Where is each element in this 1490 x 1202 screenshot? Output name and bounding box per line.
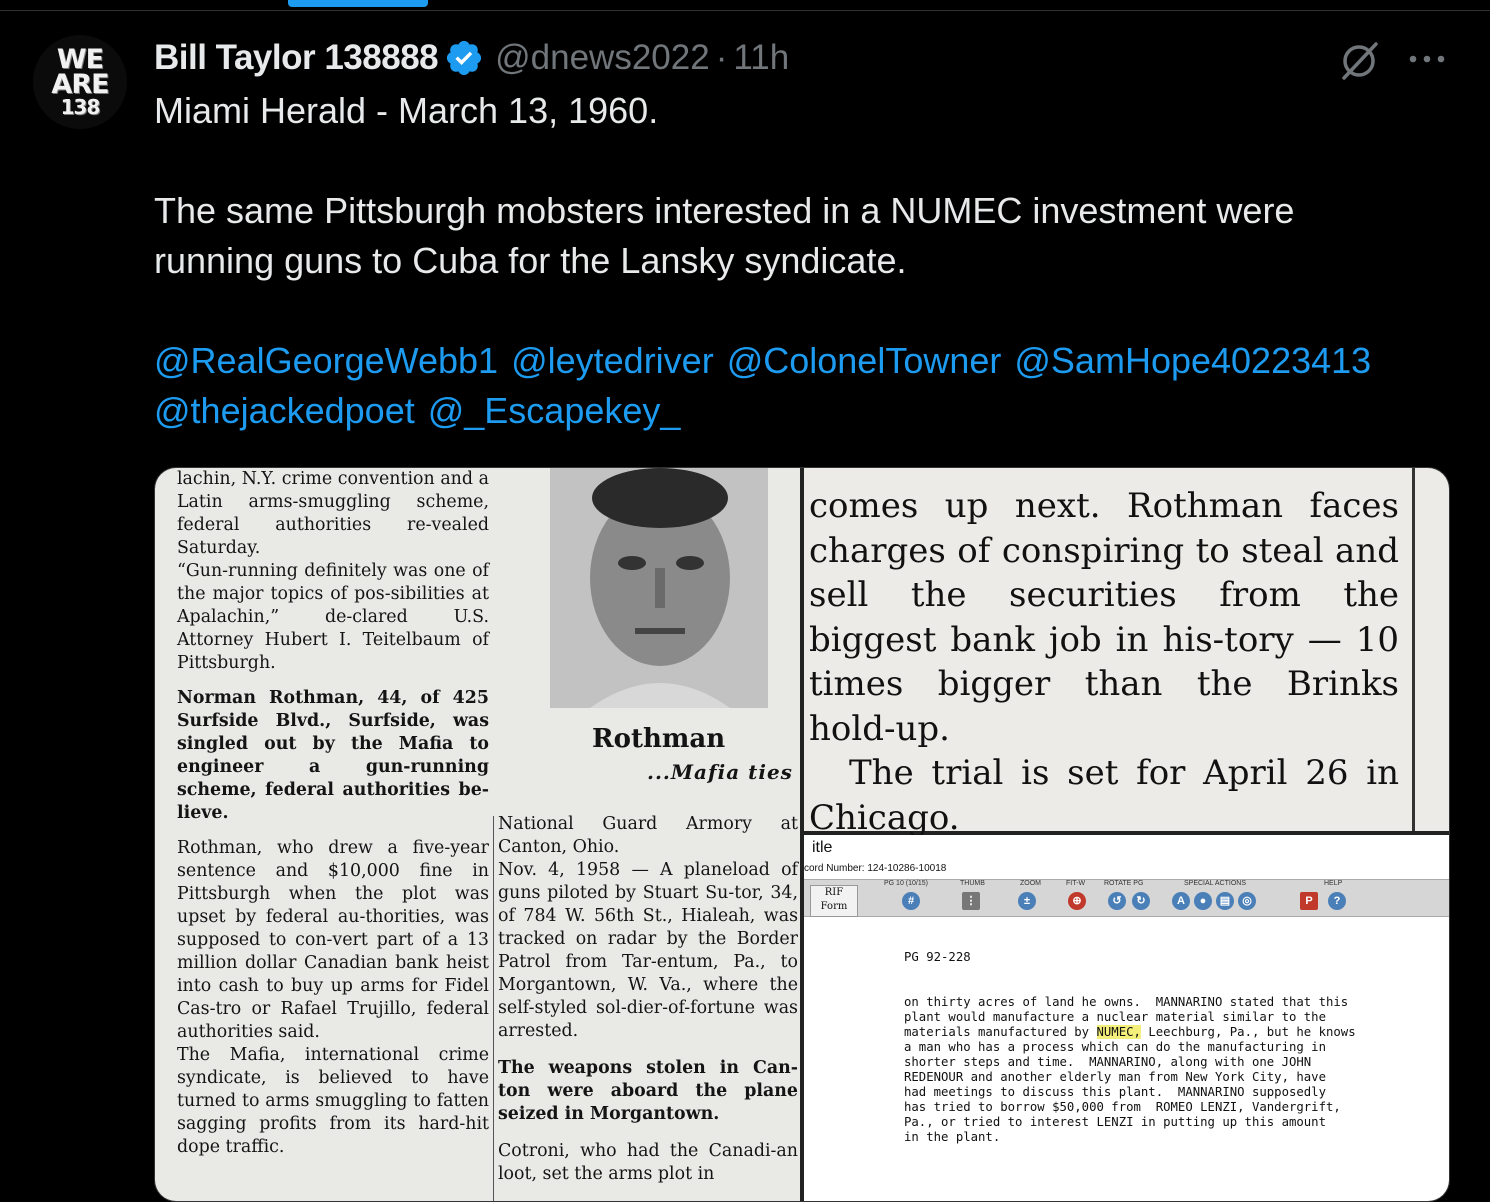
photo-caption: ...Mafia ties [647,760,793,784]
active-tab-indicator [288,0,428,7]
separator-dot: · [715,38,728,77]
mentions: @RealGeorgeWebb1 @leytedriver @ColonelTown… [154,336,1444,436]
tweet-header: Bill Taylor 138888 @dnews2022 · 11h [154,33,789,83]
article-paragraph: National Guard Armory at Canton, Ohio. [498,814,798,857]
highlighted-term: NUMEC, [1096,1025,1141,1039]
tweet-line-1: Miami Herald - March 13, 1960. [154,90,659,131]
thumbnail-icon: ⋮ [962,892,980,910]
doc-line: in the plant. [904,1130,1001,1144]
toolbar-label: ZOOM [1020,880,1041,887]
article-paragraph: The Mafia, international crime syndicate… [177,1045,489,1157]
mugshot-photo [550,468,768,708]
doc-line: a man who has a process which can do the… [904,1040,1326,1054]
document-viewer-screenshot[interactable]: itle cord Number: 124-10286-10018 RIF Fo… [804,835,1449,1201]
doc-line: shorter steps and time. MANNARINO, along… [904,1055,1312,1069]
article-paragraph: comes up next. Rothman faces charges of … [809,486,1399,749]
media-collage[interactable]: lachin, N.Y. crime convention and a Lati… [154,467,1450,1202]
avatar-text-are: ARE [51,68,109,100]
special-action-icon: A [1172,892,1190,910]
author-name[interactable]: Bill Taylor 138888 [154,38,439,78]
author-handle[interactable]: @dnews2022 [495,38,710,78]
help-icon: ? [1328,892,1346,910]
column-divider [493,816,494,1201]
newspaper-clip-right[interactable]: comes up next. Rothman faces charges of … [804,468,1449,838]
doc-line: REDENOUR and another elderly man from Ne… [904,1070,1326,1084]
article-column-2: National Guard Armory at Canton, Ohio. N… [498,813,798,1186]
article-paragraph: lachin, N.Y. crime convention and a Lati… [177,469,489,558]
doc-line: had meetings to discuss this plant. MANN… [904,1085,1326,1099]
tweet-text: Miami Herald - March 13, 1960. The same … [154,86,1444,436]
doc-line: Pa., or tried to interest LENZI in putti… [904,1115,1326,1129]
toolbar-label: THUMB [960,880,985,887]
column-divider [1412,468,1415,831]
toolbar-label: PG 10 (10/15) [884,880,928,887]
tweet-timestamp[interactable]: 11h [733,38,789,78]
zoom-icon: ± [1018,892,1036,910]
rif-form-button: RIF Form [810,885,858,917]
doc-line: has tried to borrow $50,000 from ROMEO L… [904,1100,1341,1114]
toolbar-label: ROTATE PG [1104,880,1144,887]
page-nav-icon: # [902,892,920,910]
toolbar-label: HELP [1324,880,1343,887]
doc-line: plant would manufacture a nuclear materi… [904,1010,1326,1024]
record-number: cord Number: 124-10286-10018 [804,863,947,874]
article-paragraph-bold: Norman Rothman, 44, of 425 Surfside Blvd… [177,688,489,823]
grok-icon[interactable] [1336,38,1382,84]
top-divider [0,10,1490,11]
article-paragraph: Rothman, who drew a five-year sentence a… [177,838,489,1042]
search-icon: ◎ [1238,892,1256,910]
doc-line-highlight: materials manufactured by NUMEC, Leechbu… [904,1025,1356,1040]
article-column-1: lachin, N.Y. crime convention and a Lati… [177,468,489,1159]
print-icon: ▤ [1216,892,1234,910]
mention-link[interactable]: @RealGeorgeWebb1 [154,340,498,381]
article-paragraph: The trial is set for April 26 in Chicago… [809,753,1399,838]
pdf-icon: P [1300,892,1318,910]
rotate-right-icon: ↻ [1132,892,1150,910]
special-action-icon: ● [1194,892,1212,910]
tweet-line-2: The same Pittsburgh mobsters interested … [154,190,1295,231]
article-paragraph-bold: The weapons stolen in Can-ton were aboar… [498,1058,798,1124]
mention-link[interactable]: @ColonelTowner [727,340,1002,381]
form-label: Form [820,901,848,912]
avatar[interactable]: WE ARE 138 [33,35,127,129]
fit-width-icon: ⊕ [1068,892,1086,910]
tweet-line-3: running guns to Cuba for the Lansky synd… [154,240,907,281]
article-paragraph: Cotroni, who had the Canadi-an loot, set… [498,1141,798,1184]
page-reference: PG 92-228 [904,950,971,964]
mention-link[interactable]: @leytedriver [511,340,714,381]
doc-line-end: Leechburg, Pa., but he knows [1140,1025,1356,1039]
article-text: comes up next. Rothman faces charges of … [809,484,1399,840]
doc-title: itle [812,839,833,856]
toolbar-label: FIT-W [1066,880,1086,887]
doc-line: on thirty acres of land he owns. MANNARI… [904,995,1349,1009]
newspaper-clip-left[interactable]: lachin, N.Y. crime convention and a Lati… [155,468,800,1201]
photo-caption-name: Rothman [592,724,726,754]
article-paragraph: “Gun-running definitely was one of the m… [177,561,489,673]
article-paragraph: Nov. 4, 1958 — A planeload of guns pilot… [498,860,798,1041]
rotate-left-icon: ↺ [1108,892,1126,910]
more-options-icon[interactable] [1404,42,1450,76]
toolbar-label: SPECIAL ACTIONS [1184,880,1246,887]
mention-link[interactable]: @SamHope40223413 [1014,340,1371,381]
viewer-toolbar: RIF Form PG 10 (10/15) THUMB ZOOM FIT-W … [804,879,1449,917]
verified-badge-icon[interactable] [444,38,484,78]
avatar-text-138: 138 [60,94,101,119]
doc-line-start: materials manufactured by [904,1025,1097,1039]
rif-label: RIF [824,887,844,898]
mention-link[interactable]: @thejackedpoet [154,390,415,431]
mention-link[interactable]: @_Escapekey_ [428,390,681,431]
